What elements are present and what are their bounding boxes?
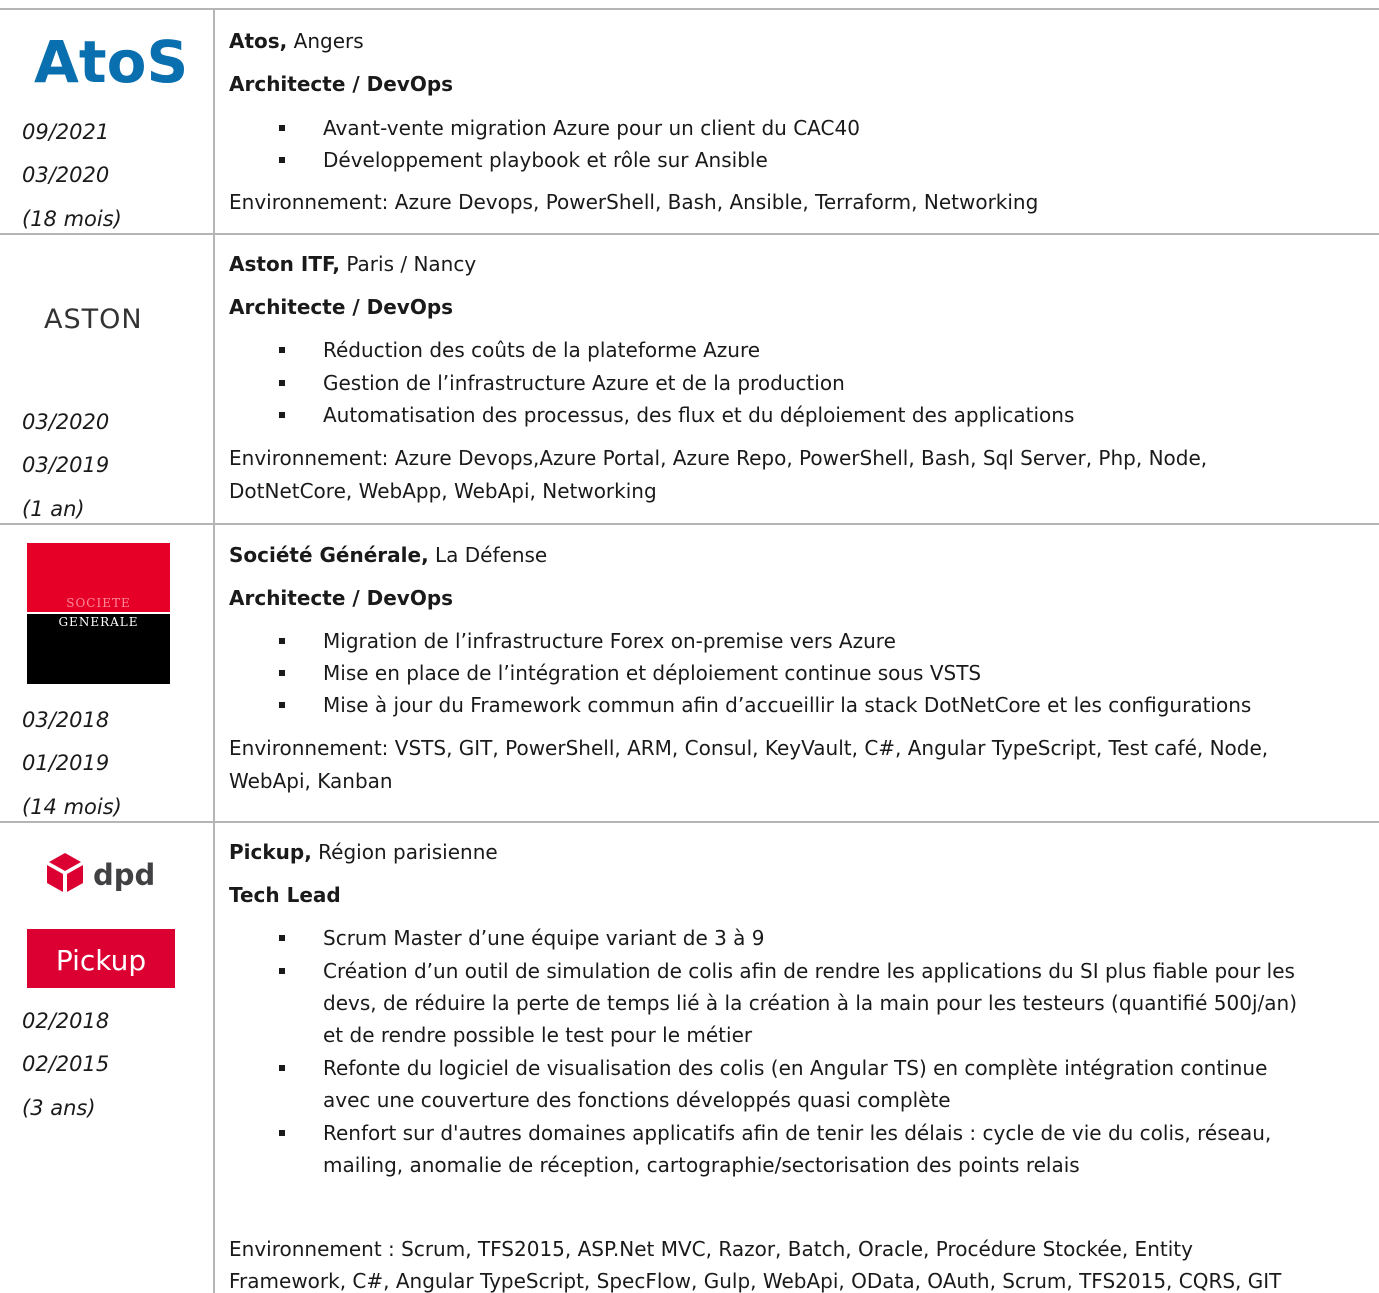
company-location: Angers [287, 29, 364, 53]
date-start: 03/2018 [22, 708, 110, 732]
dpd-logo-text: dpd [93, 858, 155, 892]
column-divider [213, 8, 215, 1293]
date-start: 03/2020 [22, 410, 110, 434]
list-item: Mise à jour du Framework commun afin d’a… [278, 689, 1251, 722]
list-item: Mise en place de l’intégration et déploi… [278, 657, 981, 690]
atos-logo: AtoS [34, 30, 188, 92]
date-end: 03/2019 [22, 453, 110, 477]
environment-text: WebApi, Kanban [229, 769, 393, 793]
company-line: Aston ITF, Paris / Nancy [229, 248, 476, 281]
list-item: Avant-vente migration Azure pour un clie… [279, 112, 860, 145]
list-item: Migration de l’infrastructure Forex on-p… [279, 625, 896, 658]
company-line: Pickup, Région parisienne [229, 836, 498, 869]
aston-logo: ASTON [44, 304, 143, 334]
environment-text: Framework, C#, Angular TypeScript, SpecF… [229, 1269, 1282, 1293]
company-name: Aston ITF, [229, 252, 341, 276]
row-divider [0, 821, 1379, 823]
company-name: Atos, [229, 29, 288, 53]
date-start: 09/2021 [22, 120, 110, 144]
sg-logo-text-top: SOCIETE [66, 596, 131, 610]
environment-text: Environnement : Scrum, TFS2015, ASP.Net … [229, 1237, 1193, 1261]
aston-logo-text: ASTON [44, 304, 143, 334]
table-top-rule [0, 8, 1379, 10]
job-title: Tech Lead [229, 883, 341, 907]
job-title: Architecte / DevOps [229, 72, 454, 96]
company-location: Paris / Nancy [340, 252, 477, 276]
list-item: Développement playbook et rôle sur Ansib… [279, 144, 768, 177]
row-divider [0, 233, 1379, 235]
date-start: 02/2018 [22, 1009, 110, 1033]
company-location: La Défense [428, 543, 548, 567]
duration: (14 mois) [22, 795, 122, 819]
row-divider [0, 523, 1379, 525]
environment-text: DotNetCore, WebApp, WebApi, Networking [229, 479, 657, 503]
company-location: Région parisienne [311, 840, 498, 864]
list-item: Gestion de l’infrastructure Azure et de … [279, 367, 845, 400]
pickup-logo-text: Pickup [56, 944, 146, 977]
atos-logo-text: AtoS [34, 30, 188, 92]
job-title: Architecte / DevOps [229, 295, 454, 319]
list-item-continuation: devs, de réduire la perte de temps lié à… [323, 991, 1298, 1015]
list-item: Scrum Master d’une équipe variant de 3 à… [279, 922, 765, 955]
environment-text: Environnement: VSTS, GIT, PowerShell, AR… [229, 736, 1269, 760]
list-item: Création d’un outil de simulation de col… [279, 955, 1295, 988]
duration: (3 ans) [22, 1096, 96, 1120]
date-end: 02/2015 [22, 1052, 110, 1076]
environment-text: Environnement: Azure Devops,Azure Portal… [229, 446, 1208, 470]
list-item: Réduction des coûts de la plateforme Azu… [278, 334, 760, 367]
duration: (1 an) [22, 497, 85, 521]
date-end: 01/2019 [22, 751, 110, 775]
company-name: Pickup, [229, 840, 312, 864]
list-item: Refonte du logiciel de visualisation des… [278, 1052, 1267, 1085]
list-item-continuation: avec une couverture des fonctions dévelo… [323, 1088, 951, 1112]
list-item-continuation: et de rendre possible le test pour le mé… [323, 1023, 753, 1047]
duration: (18 mois) [22, 207, 122, 231]
company-line: Atos, Angers [229, 25, 364, 58]
company-line: Société Générale, La Défense [229, 539, 547, 572]
company-name: Société Générale, [229, 543, 429, 567]
list-item: Renfort sur d'autres domaines applicatif… [278, 1117, 1271, 1150]
societe-generale-logo: SOCIETE GENERALE [27, 543, 170, 684]
date-end: 03/2020 [22, 163, 110, 187]
job-title: Architecte / DevOps [229, 586, 454, 610]
sg-logo-text-bottom: GENERALE [58, 615, 138, 629]
dpd-pickup-logo: dpd Pickup [27, 840, 175, 988]
list-item-continuation: mailing, anomalie de réception, cartogra… [323, 1153, 1080, 1177]
list-item: Automatisation des processus, des flux e… [278, 399, 1074, 432]
environment-text: Environnement: Azure Devops, PowerShell,… [229, 190, 1039, 214]
